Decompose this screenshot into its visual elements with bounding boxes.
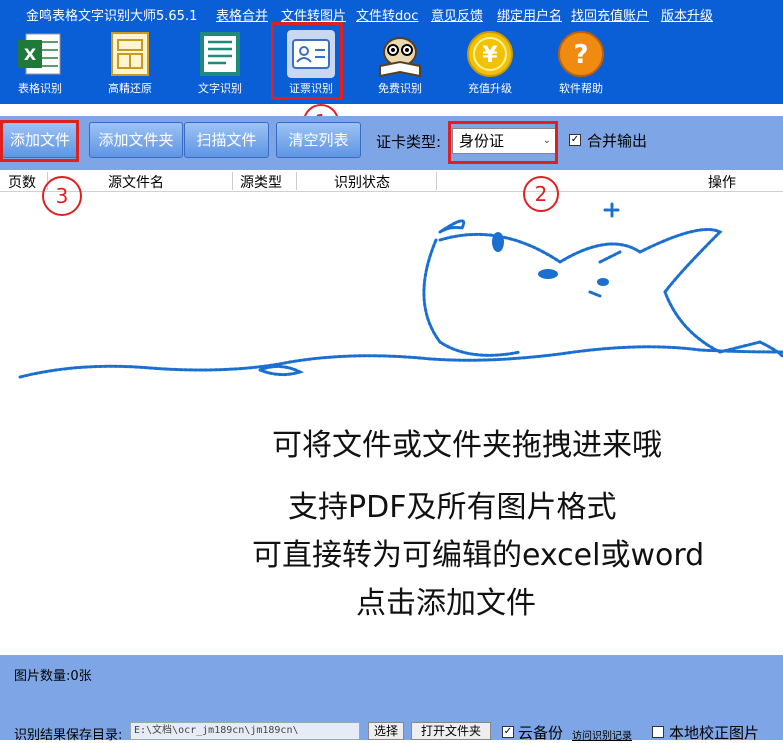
tool-high-precision[interactable]: 高精还原 (95, 28, 165, 98)
local-correct-checkbox[interactable] (652, 726, 664, 738)
excel-icon: X (18, 33, 61, 75)
tool-text-recognition[interactable]: 文字识别 (185, 28, 255, 98)
menu-bind-username[interactable]: 绑定用户名 (497, 5, 562, 24)
column-divider (232, 172, 233, 190)
drop-hint-line: 可直接转为可编辑的excel或word (252, 538, 705, 573)
cloud-backup-checkbox[interactable]: ✓ (502, 726, 514, 738)
menu-file-to-doc[interactable]: 文件转doc (356, 5, 418, 24)
tool-label: 文字识别 (198, 82, 242, 95)
tool-label: 表格识别 (18, 82, 62, 95)
column-source-type[interactable]: 源类型 (240, 172, 282, 192)
merge-output-label: 合并输出 (587, 132, 648, 150)
tool-recharge-upgrade[interactable]: ¥ 充值升级 (455, 28, 525, 98)
drop-hint-line[interactable]: 点击添加文件 (356, 578, 536, 622)
tool-label: 免费识别 (378, 82, 422, 95)
drop-hint-line: 支持PDF及所有图片格式 (288, 490, 617, 525)
menu-bar: 金鸣表格文字识别大师5.65.1 表格合并 文件转图片 文件转doc 意见反馈 … (0, 0, 783, 26)
svg-text:X: X (24, 45, 37, 64)
app-title: 金鸣表格文字识别大师5.65.1 (26, 9, 198, 24)
column-source-file[interactable]: 源文件名 (108, 172, 164, 192)
merge-output-checkbox[interactable]: ✓ (569, 134, 581, 146)
menu-feedback[interactable]: 意见反馈 (431, 5, 483, 24)
drop-hint-line: 可将文件或文件夹拖拽进来哦 (272, 428, 662, 463)
save-dir-label: 识别结果保存目录: (14, 728, 123, 743)
menu-version-upgrade[interactable]: 版本升级 (661, 5, 713, 24)
clear-list-button[interactable]: 清空列表 (276, 122, 361, 158)
scan-file-button[interactable]: 扫描文件 (184, 122, 269, 158)
tool-label: 充值升级 (468, 82, 512, 95)
yen-coin-icon: ¥ (467, 31, 513, 77)
open-folder-button[interactable]: 打开文件夹 (411, 722, 491, 740)
add-folder-button[interactable]: 添加文件夹 (89, 122, 183, 158)
owl-book-icon (379, 37, 421, 78)
tool-label: 高精还原 (108, 82, 152, 95)
tool-software-help[interactable]: ? 软件帮助 (546, 28, 616, 98)
column-actions[interactable]: 操作 (708, 172, 736, 192)
image-count: 图片数量:0张 (14, 669, 92, 684)
column-divider (296, 172, 297, 190)
column-status[interactable]: 识别状态 (334, 172, 390, 192)
menu-recover-account[interactable]: 找回充值账户 (571, 5, 649, 24)
highlight-box-add-file (0, 120, 79, 162)
svg-text:?: ? (573, 40, 588, 70)
column-pages[interactable]: 页数 (8, 172, 36, 192)
column-divider (436, 172, 437, 190)
svg-text:¥: ¥ (482, 43, 498, 68)
choose-button[interactable]: 选择 (368, 722, 404, 740)
tool-label: 软件帮助 (559, 82, 603, 95)
text-document-icon (200, 32, 240, 76)
blob-doodle-illustration (18, 202, 783, 379)
tool-table-recognition[interactable]: X 表格识别 (5, 28, 75, 98)
question-icon: ? (558, 31, 604, 77)
save-dir-input[interactable]: E:\文档\ocr_jm189cn\jm189cn\ (130, 722, 360, 740)
highlight-box-card-type (448, 121, 558, 164)
tool-free-recognition[interactable]: 免费识别 (365, 28, 435, 98)
menu-table-merge[interactable]: 表格合并 (216, 5, 268, 24)
highlight-box-id-card (271, 22, 343, 100)
document-restore-icon (111, 32, 149, 76)
card-type-label: 证卡类型: (376, 133, 442, 151)
